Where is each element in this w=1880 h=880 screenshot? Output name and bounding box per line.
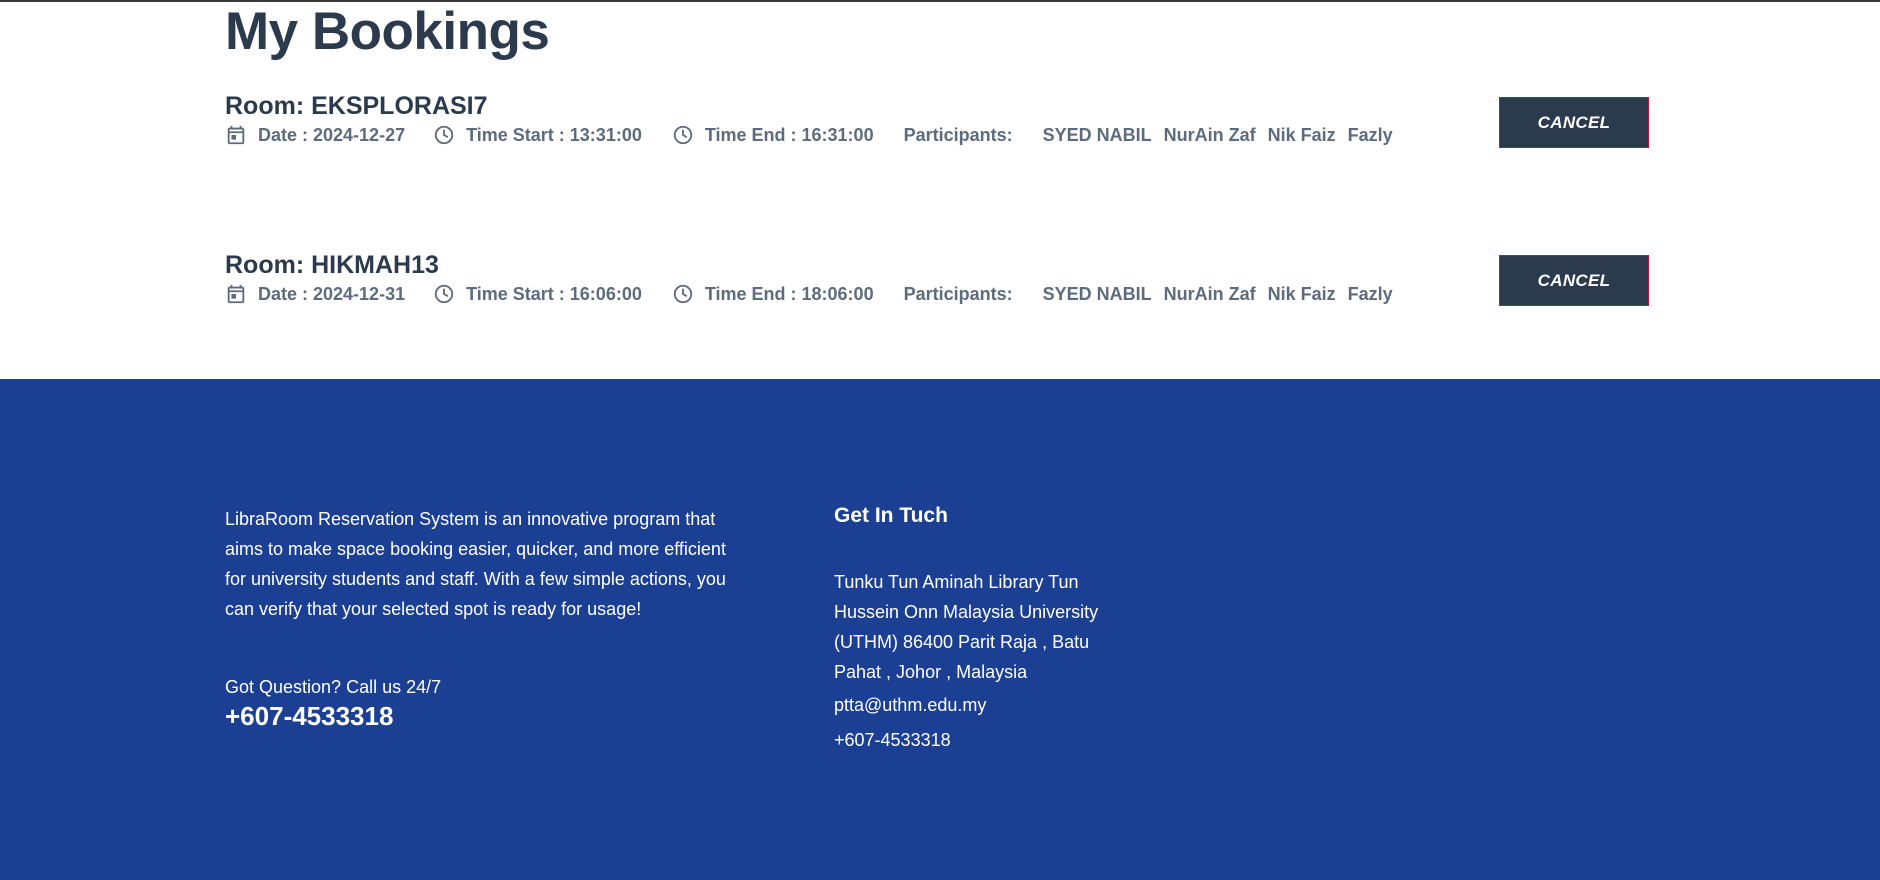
booking-date: Date : 2024-12-31 [225,283,405,305]
booking-item: Room: EKSPLORASI7 Date : 2024-12-27 Time… [225,91,1650,161]
booking-time-start: Time Start : 16:06:00 [433,283,642,305]
participants-label: Participants: [903,283,1013,304]
participant-name: Fazly [1347,283,1393,304]
participant-name: Nik Faiz [1267,124,1336,145]
booking-room-name: Room: EKSPLORASI7 [225,92,488,120]
booking-time-end: Time End : 18:06:00 [672,283,874,305]
booking-date-text: Date : 2024-12-27 [258,124,406,145]
footer-about-text: LibraRoom Reservation System is an innov… [225,509,726,619]
booking-details: Date : 2024-12-31 Time Start : 16:06:00 … [225,281,1405,307]
booking-details: Date : 2024-12-27 Time Start : 13:31:00 … [225,122,1405,148]
contact-email-link[interactable]: ptta@uthm.edu.my [834,692,986,718]
contact-heading: Get In Tuch [834,504,948,527]
participant-name: Fazly [1347,124,1393,145]
calendar-icon [225,283,247,305]
calendar-icon [225,124,247,146]
booking-time-end-text: Time End : 18:06:00 [704,283,874,304]
booking-room-name: Room: HIKMAH13 [225,251,439,279]
footer-phone-number[interactable]: +607-4533318 [225,700,393,732]
clock-icon [672,283,694,305]
contact-phone[interactable]: +607-4533318 [834,727,951,753]
footer-question: Got Question? Call us 24/7 [225,677,442,697]
clock-icon [672,124,694,146]
booking-item: Room: HIKMAH13 Date : 2024-12-31 Time St… [225,250,1650,320]
page-title: My Bookings [225,2,550,61]
booking-time-start: Time Start : 13:31:00 [433,124,642,146]
participants-label: Participants: [903,124,1013,145]
cancel-booking-button[interactable]: CANCEL [1499,255,1649,306]
booking-date: Date : 2024-12-27 [225,124,405,146]
bookings-section: My Bookings Room: EKSPLORASI7 Date : 202… [0,0,1880,379]
participant-name: SYED NABIL [1042,124,1152,145]
clock-icon [433,283,455,305]
booking-time-end: Time End : 16:31:00 [672,124,874,146]
contact-address: Tunku Tun Aminah Library Tun Hussein Onn… [834,572,1099,682]
site-footer: LibraRoom Reservation System is an innov… [0,379,1880,880]
clock-icon [433,124,455,146]
participant-name: Nik Faiz [1267,283,1336,304]
booking-time-start-text: Time Start : 16:06:00 [466,283,642,304]
booking-date-text: Date : 2024-12-31 [258,283,406,304]
cancel-booking-button[interactable]: CANCEL [1499,97,1649,148]
participant-name: SYED NABIL [1042,283,1152,304]
booking-time-start-text: Time Start : 13:31:00 [466,124,642,145]
participant-name: NurAin Zaf [1163,283,1256,304]
booking-time-end-text: Time End : 16:31:00 [704,124,874,145]
participant-name: NurAin Zaf [1163,124,1256,145]
